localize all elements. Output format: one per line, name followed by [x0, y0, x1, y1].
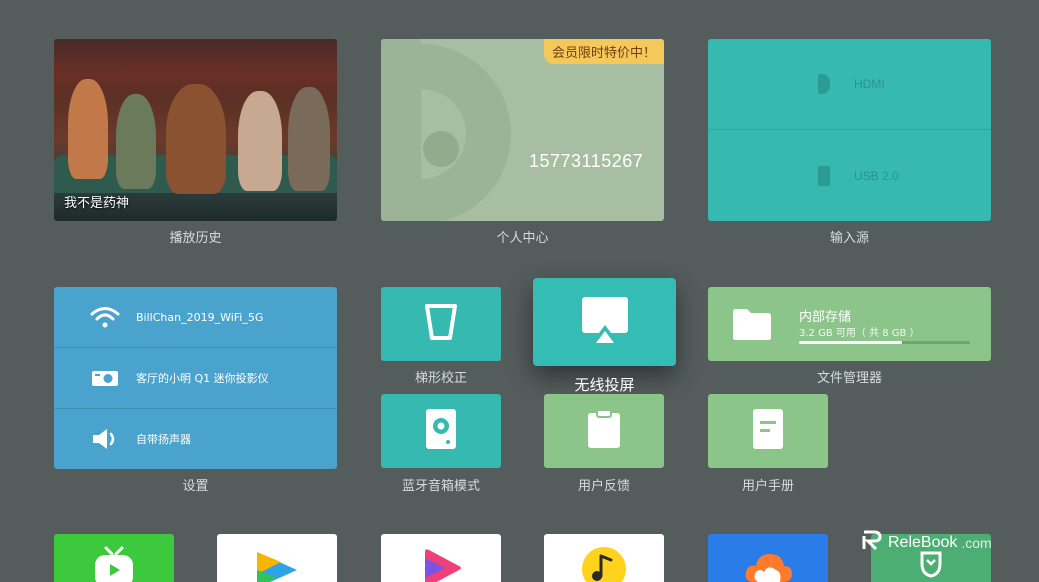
- personal-center-tile[interactable]: 会员限时特价中！ 15773115267: [381, 39, 664, 221]
- music-note-icon: [581, 546, 627, 582]
- usb-icon: [818, 165, 830, 186]
- personal-decor-icon: [381, 39, 511, 221]
- settings-item-projector[interactable]: 客厅的小明 Q1 迷你投影仪: [54, 348, 337, 409]
- bluetooth-speaker-tile[interactable]: [381, 394, 501, 468]
- projector-icon: [90, 368, 120, 388]
- speaker-box-icon: [425, 408, 457, 455]
- watermark-logo-icon: [862, 530, 884, 555]
- settings-item-speaker[interactable]: 自带扬声器: [54, 408, 337, 469]
- settings-item-label: 客厅的小明 Q1 迷你投影仪: [136, 372, 269, 385]
- app-tile-music[interactable]: [544, 534, 664, 582]
- wifi-icon: [90, 306, 120, 328]
- storage-usage-bar: [799, 341, 970, 344]
- clipboard-icon: [587, 408, 621, 454]
- app-tile-media[interactable]: [381, 534, 501, 582]
- input-usb-label: USB 2.0: [854, 168, 899, 183]
- feedback-tile[interactable]: [544, 394, 664, 468]
- poster-figure: [68, 79, 108, 179]
- movie-title: 我不是药神: [64, 196, 130, 211]
- app-tile-video[interactable]: [217, 534, 337, 582]
- wireless-cast-tile[interactable]: [533, 278, 676, 366]
- settings-caption: 设置: [182, 479, 209, 494]
- storage-usage-fill: [799, 341, 902, 344]
- play-triangle-icon: [421, 548, 463, 582]
- watermark-suffix: .com: [961, 534, 992, 551]
- history-poster-tile[interactable]: 我不是药神: [54, 39, 337, 221]
- input-source-caption: 输入源: [829, 231, 869, 246]
- settings-tile[interactable]: BillChan_2019_WiFi_5G 客厅的小明 Q1 迷你投影仪 自带扬…: [54, 287, 337, 469]
- input-source-tile[interactable]: HDMI USB 2.0: [708, 39, 991, 221]
- document-icon: [752, 408, 784, 455]
- watermark: ReleBook .com: [862, 530, 992, 555]
- poster-figure: [288, 87, 330, 191]
- app-tile-cloud[interactable]: [708, 534, 828, 582]
- cloud-icon: [742, 548, 794, 582]
- vip-badge: 会员限时特价中！: [543, 39, 664, 64]
- storage-title: 内部存储: [799, 310, 852, 325]
- bluetooth-speaker-caption: 蓝牙音箱模式: [401, 479, 480, 494]
- keystone-icon: [421, 302, 461, 347]
- account-phone: 15773115267: [529, 151, 644, 171]
- tv-app-icon: [92, 544, 136, 582]
- poster-figure: [238, 91, 282, 191]
- history-caption: 播放历史: [169, 231, 222, 246]
- hdmi-icon: [818, 74, 830, 94]
- play-logo-icon: [253, 548, 301, 582]
- keystone-tile[interactable]: [381, 287, 501, 361]
- manual-caption: 用户手册: [741, 479, 794, 494]
- app-tile-tv[interactable]: [54, 534, 174, 582]
- file-manager-caption: 文件管理器: [816, 371, 882, 386]
- file-manager-tile[interactable]: 内部存储 3.2 GB 可用（ 共 8 GB ）: [708, 287, 991, 361]
- settings-item-label: 自带扬声器: [136, 432, 191, 446]
- manual-tile[interactable]: [708, 394, 828, 468]
- speaker-icon: [90, 427, 120, 451]
- storage-subtitle: 3.2 GB 可用（ 共 8 GB ）: [799, 328, 920, 339]
- poster-figure: [116, 94, 156, 189]
- input-hdmi[interactable]: HDMI: [708, 39, 991, 130]
- settings-item-wifi[interactable]: BillChan_2019_WiFi_5G: [54, 287, 337, 348]
- watermark-brand: ReleBook: [888, 533, 958, 551]
- personal-caption: 个人中心: [496, 231, 549, 246]
- input-usb[interactable]: USB 2.0: [708, 130, 991, 221]
- feedback-caption: 用户反馈: [577, 479, 630, 494]
- folder-icon: [732, 307, 772, 346]
- poster-figure: [166, 84, 226, 194]
- input-hdmi-label: HDMI: [854, 77, 885, 91]
- cast-icon: [580, 295, 630, 350]
- keystone-caption: 梯形校正: [414, 371, 467, 386]
- wireless-cast-caption: 无线投屏: [574, 376, 635, 394]
- settings-item-label: BillChan_2019_WiFi_5G: [136, 310, 264, 324]
